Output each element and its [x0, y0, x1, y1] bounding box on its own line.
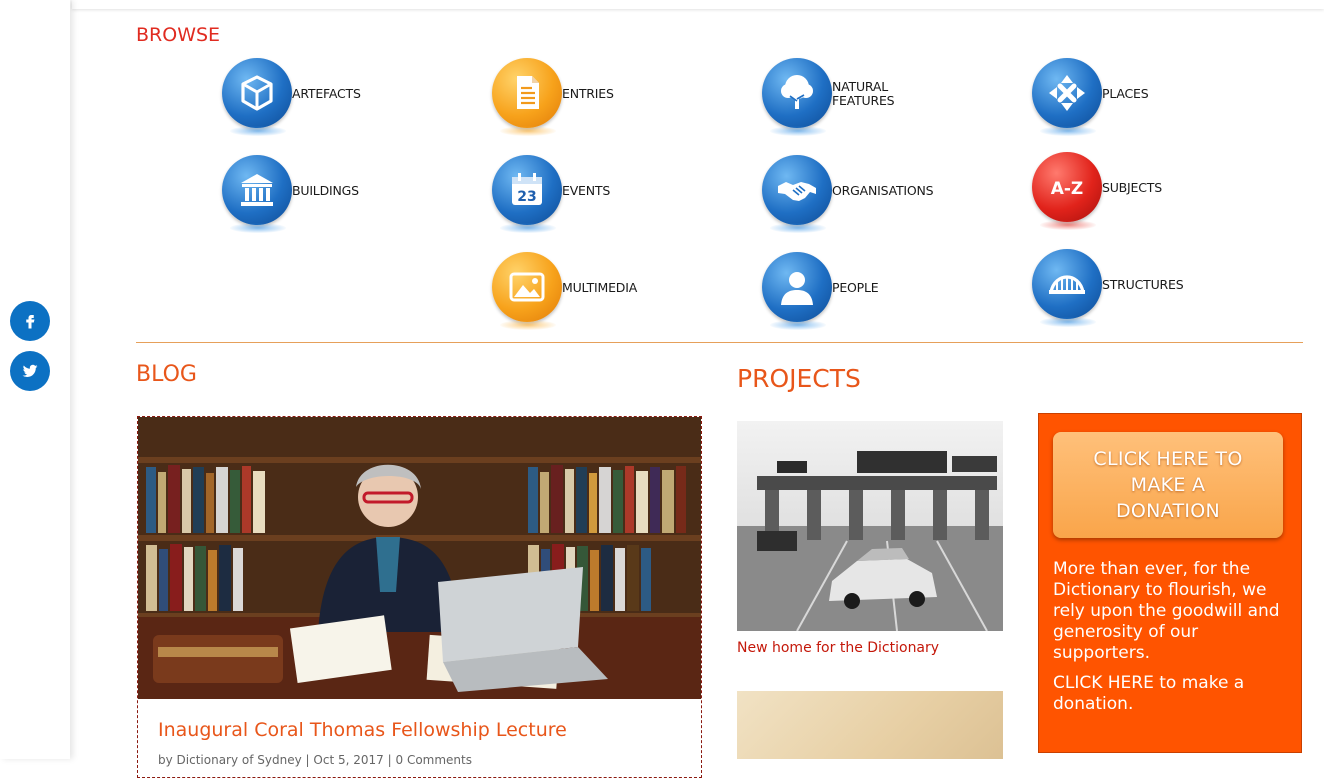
browse-entries-link[interactable]: ENTRIES: [490, 58, 614, 140]
donate-button[interactable]: CLICK HERE TO MAKE A DONATION: [1053, 432, 1283, 538]
browse-entries-label: ENTRIES: [562, 85, 614, 101]
browse-organisations-label: ORGANISATIONS: [832, 182, 934, 198]
browse-artefacts-label: ARTEFACTS: [292, 85, 361, 101]
browse-buildings-label: BUILDINGS: [292, 182, 359, 198]
meta-separator: |: [387, 753, 392, 767]
browse-people-link[interactable]: PEOPLE: [760, 252, 879, 334]
building-columns-icon: [220, 155, 296, 237]
comments-link[interactable]: 0 Comments: [396, 753, 473, 767]
project-image[interactable]: [737, 421, 1003, 631]
browse-places-label: PLACES: [1102, 85, 1149, 101]
image-icon: [490, 252, 566, 334]
browse-heading: BROWSE: [136, 24, 221, 46]
map-cross-icon: [1030, 58, 1106, 140]
project-link-new-home[interactable]: New home for the Dictionary: [737, 640, 939, 656]
projects-heading: PROJECTS: [737, 364, 861, 393]
browse-artefacts-link[interactable]: ARTEFACTS: [220, 58, 361, 140]
browse-people-label: PEOPLE: [832, 279, 879, 295]
blog-heading: BLOG: [136, 362, 197, 387]
browse-buildings-link[interactable]: BUILDINGS: [220, 155, 359, 237]
browse-events-label: EVENTS: [562, 182, 611, 198]
calendar-icon: 23: [490, 155, 566, 237]
a-z-badge: A-Z: [1051, 179, 1084, 199]
browse-places-link[interactable]: PLACES: [1030, 58, 1149, 140]
person-icon: [760, 252, 836, 334]
browse-natural-features-label: NATURAL FEATURES: [832, 78, 895, 108]
donation-panel: CLICK HERE TO MAKE A DONATION More than …: [1038, 413, 1302, 753]
blog-post-meta: by Dictionary of Sydney | Oct 5, 2017 | …: [158, 753, 472, 767]
meta-separator: |: [305, 753, 310, 767]
author-link[interactable]: Dictionary of Sydney: [177, 753, 302, 767]
twitter-share-button[interactable]: [10, 351, 50, 391]
browse-multimedia-link[interactable]: MULTIMEDIA: [490, 252, 637, 334]
social-share-rail: [0, 0, 70, 759]
post-date: Oct 5, 2017: [313, 753, 384, 767]
a-z-icon: A-Z: [1030, 152, 1106, 234]
donation-appeal-text: More than ever, for the Dictionary to fl…: [1053, 559, 1280, 663]
handshake-icon: [760, 155, 836, 237]
blog-post-card: Inaugural Coral Thomas Fellowship Lectur…: [137, 416, 702, 778]
donation-link[interactable]: CLICK HERE to make a donation.: [1053, 673, 1288, 715]
blog-post-title[interactable]: Inaugural Coral Thomas Fellowship Lectur…: [158, 719, 567, 741]
browse-organisations-link[interactable]: ORGANISATIONS: [760, 155, 934, 237]
author-prefix: by: [158, 753, 173, 767]
header-bar: [72, 0, 1324, 9]
section-divider: [136, 342, 1303, 343]
project-image-2[interactable]: [737, 691, 1003, 759]
tree-icon: [760, 58, 836, 140]
twitter-icon: [22, 364, 38, 377]
cube-icon: [220, 58, 296, 140]
facebook-icon: [26, 315, 35, 329]
bridge-icon: [1030, 249, 1106, 331]
document-icon: [490, 58, 566, 140]
browse-subjects-link[interactable]: A-Z SUBJECTS: [1030, 152, 1162, 234]
browse-structures-link[interactable]: STRUCTURES: [1030, 249, 1184, 331]
calendar-day: 23: [517, 189, 536, 205]
browse-natural-features-link[interactable]: NATURAL FEATURES: [760, 58, 895, 140]
blog-post-image[interactable]: [138, 417, 701, 699]
browse-events-link[interactable]: 23 EVENTS: [490, 155, 610, 237]
browse-structures-label: STRUCTURES: [1102, 276, 1184, 292]
browse-subjects-label: SUBJECTS: [1102, 179, 1162, 195]
facebook-share-button[interactable]: [10, 301, 50, 341]
browse-multimedia-label: MULTIMEDIA: [562, 279, 638, 295]
